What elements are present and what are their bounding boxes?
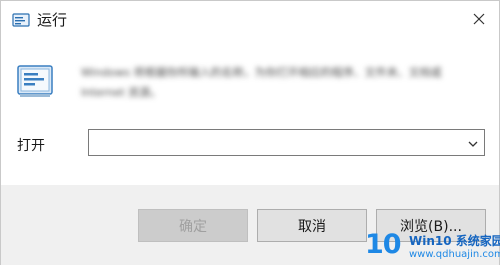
close-button[interactable] xyxy=(459,3,499,35)
open-combobox[interactable] xyxy=(88,129,485,156)
title-bar: 运行 xyxy=(1,1,500,39)
browse-button[interactable]: 浏览(B)... xyxy=(376,209,486,242)
run-app-icon xyxy=(15,63,55,99)
run-icon xyxy=(12,12,30,27)
cancel-button[interactable]: 取消 xyxy=(257,209,367,242)
close-icon xyxy=(473,10,485,29)
run-dialog: 运行 Windows 将根据你所输入的名称，为你打开相应的程序、文件夹、文档或 … xyxy=(0,0,500,265)
window-title: 运行 xyxy=(37,11,68,29)
open-label: 打开 xyxy=(17,138,45,154)
open-input[interactable] xyxy=(89,130,459,155)
ok-button[interactable]: 确定 xyxy=(138,209,248,242)
dialog-description: Windows 将根据你所输入的名称，为你打开相应的程序、文件夹、文档或 Int… xyxy=(81,66,442,99)
chevron-down-icon[interactable] xyxy=(466,136,480,150)
